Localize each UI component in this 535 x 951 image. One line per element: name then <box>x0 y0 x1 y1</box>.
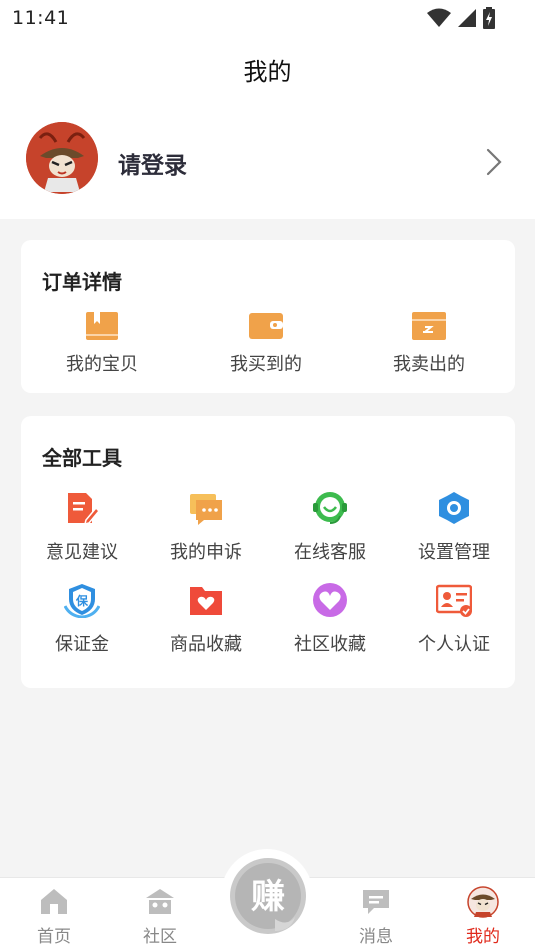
tab-label: 我的 <box>466 927 500 947</box>
tool-label: 设置管理 <box>418 542 490 563</box>
signal-icon <box>458 9 476 27</box>
message-icon <box>363 890 389 914</box>
box-icon <box>412 312 446 340</box>
status-icons <box>427 7 495 29</box>
headset-icon <box>313 492 347 524</box>
tool-label: 我的申诉 <box>170 542 242 563</box>
tab-label: 社区 <box>143 927 177 947</box>
tools-card-title: 全部工具 <box>42 446 122 470</box>
tool-label: 保证金 <box>55 634 109 655</box>
avatar-icon <box>467 886 499 918</box>
order-item-label: 我的宝贝 <box>66 354 138 375</box>
profile-row[interactable]: 请登录 <box>0 115 535 205</box>
id-card-icon <box>436 584 472 617</box>
top-section: 11:41 我的 请登录 <box>0 0 535 219</box>
tool-label: 商品收藏 <box>170 634 242 655</box>
order-item-label: 我卖出的 <box>393 354 465 375</box>
home-icon <box>41 889 67 914</box>
chevron-right-icon[interactable] <box>486 148 502 176</box>
earn-button-text: 赚 <box>251 877 285 917</box>
heart-folder-icon <box>190 587 222 615</box>
tool-label: 意见建议 <box>46 542 118 563</box>
tool-label: 社区收藏 <box>294 634 366 655</box>
avatar[interactable] <box>26 122 98 194</box>
tab-messages[interactable]: 消息 <box>336 878 416 951</box>
battery-icon <box>483 7 495 29</box>
tab-home[interactable]: 首页 <box>14 878 94 951</box>
tab-label: 首页 <box>37 927 71 947</box>
status-time: 11:41 <box>12 7 70 29</box>
svg-text:保: 保 <box>75 593 89 608</box>
order-card-title: 订单详情 <box>42 270 122 294</box>
tab-mine[interactable]: 我的 <box>443 878 523 951</box>
tab-community[interactable]: 社区 <box>120 878 200 951</box>
login-prompt[interactable]: 请登录 <box>118 146 187 180</box>
earn-button[interactable]: 赚 <box>229 857 307 935</box>
tools-card: 全部工具 意见建议 我的申诉 在线客服 设置管理 保 保证金 商品收藏 社区收藏… <box>21 416 515 688</box>
tool-label: 在线客服 <box>294 542 366 563</box>
wifi-icon <box>427 8 451 27</box>
feedback-edit-icon <box>68 493 100 526</box>
heart-circle-icon <box>313 583 347 617</box>
bookmark-box-icon <box>86 312 118 340</box>
tab-label: 消息 <box>359 927 393 947</box>
chat-bubble-icon <box>190 494 222 525</box>
deposit-shield-icon: 保 <box>64 584 100 618</box>
order-card: 订单详情 我的宝贝 我买到的 我卖出的 <box>21 240 515 393</box>
page-title: 我的 <box>243 58 292 86</box>
wallet-icon <box>249 313 283 339</box>
community-icon <box>146 889 174 914</box>
gear-icon <box>439 492 469 524</box>
order-item-label: 我买到的 <box>230 354 302 375</box>
status-bar: 11:41 <box>0 0 535 36</box>
tool-label: 个人认证 <box>418 634 490 655</box>
